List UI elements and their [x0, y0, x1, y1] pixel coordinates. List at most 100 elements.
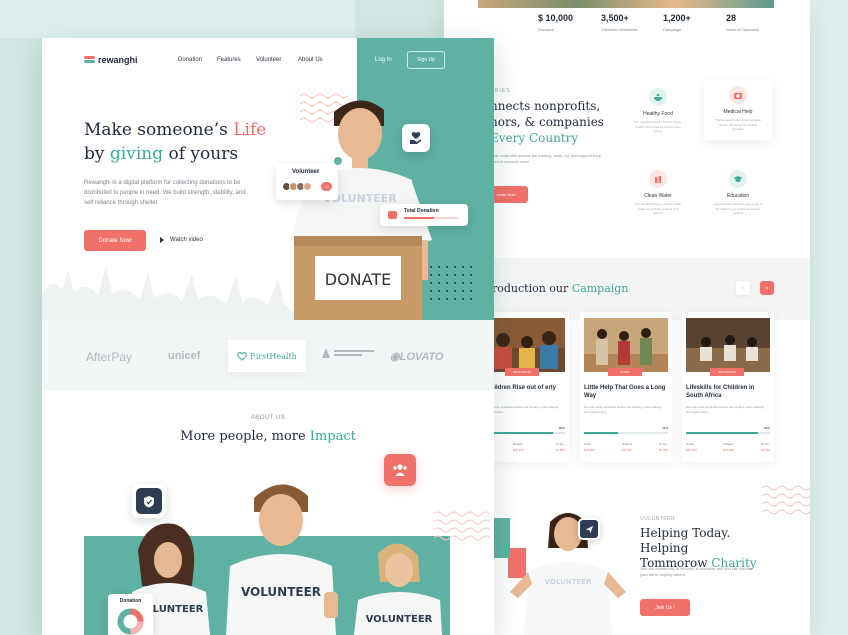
shield-icon: [332, 155, 344, 167]
campaign-card[interactable]: EDUCATION Lifeskills for Children in Sou…: [682, 312, 774, 462]
campaign-tag: FOOD: [608, 368, 642, 376]
stat-value: 1,200+: [663, 13, 691, 23]
campaign-description: We help local nonprofits access the fund…: [686, 405, 765, 414]
volunteer-avatars: [282, 182, 312, 191]
graduation-cap-icon: [729, 170, 747, 188]
donut-label: Donation: [119, 598, 142, 604]
lovato-mark-icon: ◉: [390, 351, 400, 363]
partner-logo-label: LOVATO: [399, 351, 444, 363]
heart-shield-icon: [237, 351, 247, 361]
brand-name: rewanghi: [98, 55, 138, 65]
login-link[interactable]: Log In: [375, 57, 392, 63]
campaign-goal: Goals $22,000: [686, 442, 697, 452]
stat-label: Years of Operation: [726, 27, 760, 32]
campaign-prev-button[interactable]: ‹: [736, 281, 750, 295]
about-title-text: More people, more: [180, 429, 310, 444]
campaign-goal: Goal $15,000: [584, 442, 595, 452]
hero-title-accent: giving: [109, 144, 164, 164]
decorative-waves: [434, 511, 490, 541]
brand-logo[interactable]: rewanghi: [84, 55, 138, 65]
about-title-accent: Impact: [309, 429, 356, 444]
raised-label: Raised: [512, 442, 523, 446]
raised-value: $8,700: [622, 448, 632, 452]
goal-label: Goals: [686, 442, 694, 446]
category-name: Medical Help: [723, 109, 753, 115]
volunteer-shirt-text: VOLUNTEER: [545, 578, 592, 586]
signup-button[interactable]: Sign Up: [407, 51, 445, 69]
stats-photo-strip: [478, 0, 774, 8]
about-title: More people, more Impact: [42, 429, 494, 444]
shield-check-icon: [132, 484, 166, 518]
avatar: [303, 182, 312, 191]
partner-logo-lovato: ◉LOVATO: [390, 350, 444, 363]
stat-value: 3,500+: [601, 13, 629, 23]
togo-value: $1,230: [760, 448, 770, 452]
category-clean-water[interactable]: Clean Water The standard chunk of lorem …: [624, 170, 692, 216]
partner-logo-firsthealth[interactable]: FirstHealth: [228, 340, 306, 372]
watch-video-link[interactable]: Watch video: [160, 237, 203, 243]
category-healthy-food[interactable]: Healthy Food The standard chunk of lorem…: [624, 88, 692, 134]
about-subtitle: ABOUT US: [250, 415, 286, 421]
goal-label: Goal: [584, 442, 591, 446]
category-education[interactable]: Education Give the best education and a …: [704, 170, 772, 216]
partner-logos: AfterPay unicef FirstHealth ◉LOVATO: [42, 320, 494, 390]
hero-title: Make someone’s Life by giving of yours: [84, 118, 284, 166]
water-bottle-icon: [649, 170, 667, 188]
campaign-togo: To Go $7,300: [659, 442, 668, 452]
campaign-tag: EDUCATION: [710, 368, 744, 376]
nav-link-about-us[interactable]: About Us: [298, 57, 323, 63]
campaign-percent: 41%: [661, 426, 668, 430]
hero-title-text: by: [84, 144, 110, 164]
donate-now-button[interactable]: Donate Now: [84, 230, 146, 251]
campaign-name: Lifeskills for Children in South Africa: [686, 385, 755, 399]
campaign-photo: [584, 318, 668, 372]
campaign-next-button[interactable]: ›: [760, 281, 774, 295]
stats-bar: $ 10,000 Donation 3,500+ Volunteer World…: [444, 0, 810, 40]
campaign-progress-bar: [584, 432, 668, 434]
nav-link-donation[interactable]: Donation: [178, 57, 202, 63]
category-text: The standard chunk of lorem ipsum, healt…: [634, 120, 682, 133]
team-volunteers-photo: VOLUNTEER VOLUNTEER VOLUNTEER: [128, 484, 442, 635]
goal-value: $22,000: [686, 448, 697, 452]
hero-title-text: of yours: [163, 144, 239, 164]
volunteer-title: Helping Today. Helping Tommorow Charity: [640, 526, 780, 571]
background-block: [0, 0, 355, 38]
hero-title-accent: Life: [233, 120, 267, 140]
nav-link-features[interactable]: Features: [217, 57, 241, 63]
togo-label: To Go: [760, 442, 769, 446]
campaign-name: Little Help That Goes a Long Way: [584, 385, 666, 399]
chevron-left-icon: ‹: [741, 284, 745, 292]
stat-value: $ 10,000: [538, 13, 574, 23]
category-name: Healthy Food: [643, 111, 673, 117]
campaign-description: We help local nonprofits access the fund…: [584, 405, 663, 414]
volunteer-count-badge: +12: [321, 182, 332, 191]
campaign-percent: 86%: [763, 426, 770, 430]
togo-value: $4,800: [555, 448, 565, 452]
togo-label: To Go: [658, 442, 667, 446]
campaign-title-accent: Campaign: [571, 282, 629, 295]
chevron-right-icon: ›: [765, 284, 769, 292]
volunteer-subtitle: VOLUNTEER: [640, 516, 676, 522]
categories-description: local nonprofits access the funding, too…: [490, 153, 601, 164]
background-block: [810, 0, 848, 635]
raised-value: $20,250: [723, 448, 735, 452]
campaign-raised: Raised $20,250: [723, 442, 734, 452]
stat-donation: $ 10,000 Donation: [538, 13, 573, 32]
goal-value: $15,000: [584, 448, 595, 452]
campaign-tag: EDUCATION: [505, 368, 539, 376]
raised-value: $15,600: [512, 448, 524, 452]
stat-campaigns: 1,200+ Campaign: [663, 13, 691, 32]
decorative-dot-grid: [430, 266, 472, 300]
category-medical-help[interactable]: Medical Help The standard lorem ipsum me…: [704, 80, 772, 140]
category-text: Give the best education and a free to al…: [713, 202, 763, 215]
stat-volunteers: 3,500+ Volunteer Worldwide: [601, 13, 638, 32]
volunteer-photo: VOLUNTEER: [488, 513, 626, 635]
donation-donut-card: Donation: [108, 594, 153, 635]
nav-link-volunteer[interactable]: Volunteer: [256, 57, 281, 63]
hero-description: Rewanghi is a digital platform for colle…: [84, 180, 246, 206]
category-name: Clean Water: [644, 193, 672, 199]
join-us-button[interactable]: Join Us !: [640, 599, 690, 616]
partner-logo-label: FirstHealth: [250, 351, 297, 361]
campaign-card[interactable]: FOOD Little Help That Goes a Long Way We…: [580, 312, 672, 462]
hero-title-text: Make someone’s: [84, 120, 234, 140]
